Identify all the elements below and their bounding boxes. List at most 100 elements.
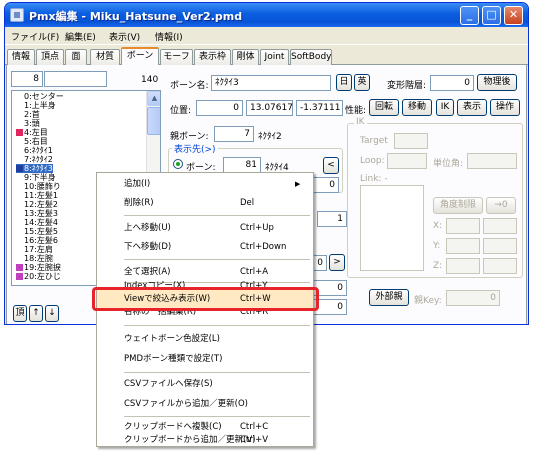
bone-name-filter-input[interactable] <box>44 71 107 87</box>
bone-radio[interactable] <box>173 159 183 169</box>
tab-bone[interactable]: ボーン <box>121 47 159 66</box>
ik-x-min-input[interactable] <box>446 218 480 234</box>
tab-strip: 情報 頂点 面 材質 ボーン モーフ 表示枠 剛体 Joint SoftBody <box>5 46 528 66</box>
position-y-input[interactable]: 13.07617 <box>246 100 293 116</box>
menu-bar: ファイル(F) 編集(E) 表示(V) 情報(I) <box>5 27 528 45</box>
minimize-button[interactable]: _ <box>460 6 479 25</box>
menu-view[interactable]: 表示(V) <box>109 30 140 43</box>
tab-morph[interactable]: モーフ <box>160 49 193 65</box>
external-parent-button[interactable]: 外部親 <box>369 289 409 306</box>
window-title: Pmx編集 - Miku_Hatsune_Ver2.pmd <box>29 10 243 23</box>
bone-search-input[interactable]: 8 <box>11 71 43 87</box>
angle-limit-button[interactable]: 角度制限 <box>433 197 483 214</box>
parent-key-input[interactable]: 0 <box>446 290 500 306</box>
menu-item-move-up[interactable]: 上へ移動(U) Ctrl+Up <box>97 218 313 238</box>
bone-color-swatch <box>16 255 23 262</box>
tab-face[interactable]: 面 <box>65 49 87 65</box>
ik-z-max-input[interactable] <box>483 258 517 274</box>
menu-item-save-csv[interactable]: CSVファイルへ保存(S) <box>97 374 313 394</box>
tab-material[interactable]: 材質 <box>90 49 120 65</box>
list-item-selected[interactable]: 8:ﾈｸﾀｲ3 <box>16 164 53 173</box>
ik-link-list[interactable] <box>360 185 424 271</box>
operate-toggle[interactable]: 操作 <box>490 99 520 116</box>
ik-y-max-input[interactable] <box>483 238 517 254</box>
move-top-button[interactable]: 頂 <box>13 305 27 322</box>
list-item[interactable]: 12:左髪2 <box>16 200 58 209</box>
list-item[interactable]: 5:右目 <box>16 137 48 146</box>
list-item[interactable]: 17:左肩 <box>16 245 53 254</box>
bone-color-swatch <box>16 120 23 127</box>
ik-unit-angle-input[interactable] <box>467 153 517 169</box>
parent-bone-input[interactable]: 7 <box>214 126 254 142</box>
menu-file[interactable]: ファイル(F) <box>11 30 59 43</box>
scroll-thumb[interactable] <box>147 107 160 135</box>
list-item[interactable]: 7:ﾈｸﾀｲ2 <box>16 155 53 164</box>
position-x-input[interactable]: 0 <box>196 100 243 116</box>
rotate-toggle[interactable]: 回転 <box>369 99 399 116</box>
bone-color-swatch <box>16 228 23 235</box>
bone-color-swatch <box>16 183 23 190</box>
transform-level-input[interactable]: 0 <box>430 75 474 91</box>
inherit-ratio-input[interactable]: 1 <box>317 211 347 227</box>
scroll-up-icon[interactable]: ▲ <box>147 91 160 106</box>
tab-joint[interactable]: Joint <box>260 49 289 65</box>
menu-item-delete[interactable]: 削除(R) Del <box>97 193 313 213</box>
menu-separator <box>124 259 310 260</box>
menu-edit[interactable]: 編集(E) <box>65 30 96 43</box>
list-item[interactable]: 11:左髪1 <box>16 191 58 200</box>
bone-color-swatch <box>16 273 23 280</box>
list-item[interactable]: 14:左髪4 <box>16 218 58 227</box>
list-item[interactable]: 16:左髪6 <box>16 236 58 245</box>
menu-item-copy-clipboard[interactable]: クリップボードへ複製(C) Ctrl+C <box>97 417 313 437</box>
tab-softbody[interactable]: SoftBody <box>290 49 332 65</box>
display-dest-index-input[interactable]: 81 <box>223 157 261 173</box>
list-item[interactable]: 4:左目 <box>16 128 48 137</box>
list-item[interactable]: 9:下半身 <box>16 173 56 182</box>
ik-x-max-input[interactable] <box>483 218 517 234</box>
after-physics-toggle[interactable]: 物理後 <box>477 74 517 91</box>
list-item[interactable]: 3:頭 <box>16 119 40 128</box>
maximize-button[interactable]: □ <box>482 6 501 25</box>
list-item[interactable]: 19:左腕捩 <box>16 263 61 272</box>
list-item[interactable]: 20:左ひじ <box>16 272 61 281</box>
japanese-name-button[interactable]: 日 <box>336 74 352 91</box>
tab-rigid-body[interactable]: 剛体 <box>232 49 259 65</box>
list-item[interactable]: 15:左髪5 <box>16 227 58 236</box>
menu-item-move-down[interactable]: 下へ移動(D) Ctrl+Down <box>97 237 313 257</box>
close-button[interactable]: ✕ <box>504 6 523 25</box>
move-up-button[interactable]: ↑ <box>29 305 43 322</box>
move-down-button[interactable]: ↓ <box>45 305 59 322</box>
bone-name-input[interactable]: ﾈｸﾀｲ3 <box>211 75 331 91</box>
tab-display-frame[interactable]: 表示枠 <box>194 49 231 65</box>
position-label: 位置: <box>170 106 192 116</box>
list-item[interactable]: 10:腰飾り <box>16 182 61 191</box>
list-item[interactable]: 6:ﾈｸﾀｲ1 <box>16 146 53 155</box>
list-item[interactable]: 13:左髪3 <box>16 209 58 218</box>
list-item[interactable]: 1:上半身 <box>16 101 56 110</box>
ik-z-min-input[interactable] <box>446 258 480 274</box>
tab-vertex[interactable]: 頂点 <box>36 49 64 65</box>
english-name-button[interactable]: 英 <box>354 74 370 91</box>
list-item[interactable]: 0:センター <box>16 92 64 101</box>
ik-target-input[interactable] <box>394 133 428 149</box>
title-bar[interactable]: Pmx編集 - Miku_Hatsune_Ver2.pmd _ □ ✕ <box>5 3 528 27</box>
axis-forward-button[interactable]: > <box>329 254 345 271</box>
position-z-input[interactable]: -1.37111 <box>296 100 343 116</box>
list-item[interactable]: 18:左腕 <box>16 254 53 263</box>
tab-info[interactable]: 情報 <box>7 49 35 65</box>
move-toggle[interactable]: 移動 <box>402 99 432 116</box>
angle-zero-button[interactable]: →0 <box>486 197 516 214</box>
ik-toggle[interactable]: IK <box>436 99 454 116</box>
ik-y-min-input[interactable] <box>446 238 480 254</box>
display-dest-back-button[interactable]: < <box>323 157 339 174</box>
menu-item-weight-bone-color[interactable]: ウェイトボーン色設定(L) <box>97 329 313 349</box>
menu-item-pmd-bone-type[interactable]: PMDボーン種類で設定(T) <box>97 349 313 369</box>
visible-toggle[interactable]: 表示 <box>457 99 487 116</box>
menu-item-load-csv[interactable]: CSVファイルから追加／更新(O) <box>97 394 313 414</box>
menu-item-paste-clipboard[interactable]: クリップボードから追加／更新(V) Ctrl+V <box>97 435 313 447</box>
menu-item-add[interactable]: 追加(I) ▶ <box>97 174 313 194</box>
bone-color-swatch <box>16 102 23 109</box>
ik-loop-input[interactable] <box>387 153 427 169</box>
menu-info[interactable]: 情報(I) <box>155 30 183 43</box>
list-item[interactable]: 2:首 <box>16 110 40 119</box>
